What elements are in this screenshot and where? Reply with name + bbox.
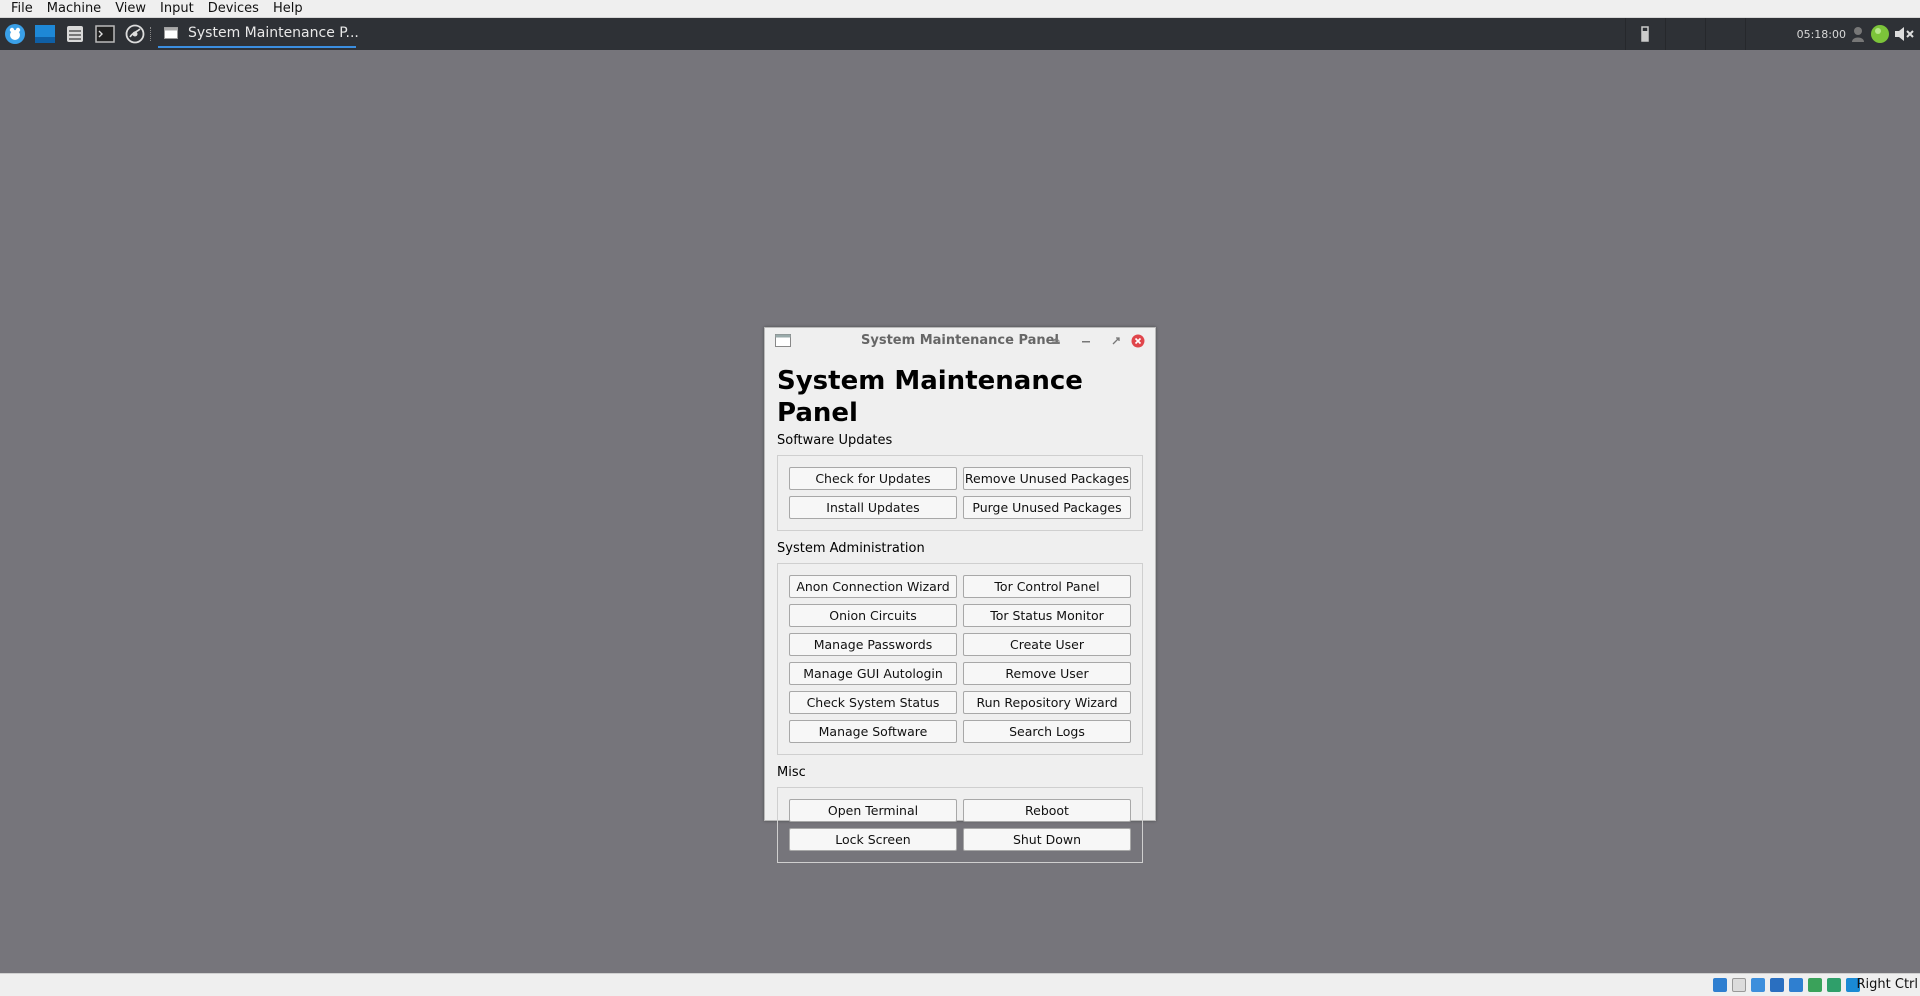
audio-icon[interactable] <box>1751 978 1765 992</box>
host-status-icons <box>1708 978 1860 992</box>
system-tray: 05:18:00 <box>1624 18 1920 50</box>
window-titlebar[interactable]: System Maintenance Panel ⏏ <box>765 328 1155 354</box>
purge-unused-packages-button[interactable]: Purge Unused Packages <box>963 496 1131 519</box>
maximize-icon[interactable] <box>1109 334 1123 348</box>
menu-view[interactable]: View <box>108 0 153 18</box>
host-menubar: File Machine View Input Devices Help <box>0 0 1920 18</box>
search-logs-button[interactable]: Search Logs <box>963 720 1131 743</box>
manage-passwords-button[interactable]: Manage Passwords <box>789 633 957 656</box>
menu-help[interactable]: Help <box>266 0 310 18</box>
remove-user-button[interactable]: Remove User <box>963 662 1131 685</box>
close-icon[interactable] <box>1131 334 1145 348</box>
check-system-status-button[interactable]: Check System Status <box>789 691 957 714</box>
network-icon[interactable] <box>1770 978 1784 992</box>
browser-icon[interactable] <box>124 23 146 45</box>
window-icon <box>164 27 178 39</box>
tor-status-monitor-button[interactable]: Tor Status Monitor <box>963 604 1131 627</box>
shared-folders-icon[interactable] <box>1808 978 1822 992</box>
volume-muted-icon[interactable] <box>1894 25 1916 43</box>
app-menu-icon[interactable] <box>4 23 26 45</box>
window-title: System Maintenance Panel <box>861 333 1059 348</box>
reboot-button[interactable]: Reboot <box>963 799 1131 822</box>
tray-item-3[interactable] <box>1704 18 1745 50</box>
check-for-updates-button[interactable]: Check for Updates <box>789 467 957 490</box>
menu-file[interactable]: File <box>4 0 40 18</box>
lock-screen-button[interactable]: Lock Screen <box>789 828 957 851</box>
tray-item-4[interactable] <box>1744 18 1785 50</box>
misc-group: Open Terminal Reboot Lock Screen Shut Do… <box>777 787 1143 863</box>
show-desktop-icon[interactable] <box>34 23 56 45</box>
menu-machine[interactable]: Machine <box>40 0 108 18</box>
remove-unused-packages-button[interactable]: Remove Unused Packages <box>963 467 1131 490</box>
system-administration-group: Anon Connection Wizard Tor Control Panel… <box>777 563 1143 755</box>
clock[interactable]: 05:18:00 <box>1797 28 1846 41</box>
section-label-software-updates: Software Updates <box>777 433 893 448</box>
minimize-icon[interactable] <box>1079 334 1093 348</box>
page-title: System Maintenance Panel <box>777 366 1083 428</box>
open-terminal-button[interactable]: Open Terminal <box>789 799 957 822</box>
window-content: System Maintenance Panel Software Update… <box>765 354 1155 863</box>
shut-down-button[interactable]: Shut Down <box>963 828 1131 851</box>
taskbar-task-system-maintenance[interactable]: System Maintenance P... <box>158 20 359 48</box>
menu-devices[interactable]: Devices <box>201 0 266 18</box>
taskbar: System Maintenance P... 05:18:00 <box>0 18 1920 50</box>
onion-circuits-button[interactable]: Onion Circuits <box>789 604 957 627</box>
manage-software-button[interactable]: Manage Software <box>789 720 957 743</box>
install-updates-button[interactable]: Install Updates <box>789 496 957 519</box>
terminal-icon[interactable] <box>94 23 116 45</box>
display-icon[interactable] <box>1827 978 1841 992</box>
run-repository-wizard-button[interactable]: Run Repository Wizard <box>963 691 1131 714</box>
usb-icon[interactable] <box>1789 978 1803 992</box>
user-icon[interactable] <box>1852 26 1864 42</box>
host-key-label: Right Ctrl <box>1856 977 1919 992</box>
section-label-misc: Misc <box>777 765 806 780</box>
anon-connection-wizard-button[interactable]: Anon Connection Wizard <box>789 575 957 598</box>
file-manager-icon[interactable] <box>64 23 86 45</box>
host-statusbar: Right Ctrl <box>0 973 1920 996</box>
tray-item-1[interactable] <box>1624 18 1665 50</box>
manage-gui-autologin-button[interactable]: Manage GUI Autologin <box>789 662 957 685</box>
tray-item-2[interactable] <box>1664 18 1705 50</box>
optical-drive-icon[interactable] <box>1732 978 1746 992</box>
network-status-icon[interactable] <box>1870 24 1890 44</box>
create-user-button[interactable]: Create User <box>963 633 1131 656</box>
system-maintenance-window: System Maintenance Panel ⏏ System Mainte… <box>764 327 1156 863</box>
task-label: System Maintenance P... <box>188 25 359 41</box>
shade-icon[interactable]: ⏏ <box>1049 334 1063 348</box>
tor-control-panel-button[interactable]: Tor Control Panel <box>963 575 1131 598</box>
storage-icon[interactable] <box>1713 978 1727 992</box>
launcher-separator <box>150 27 154 41</box>
section-label-system-administration: System Administration <box>777 541 925 556</box>
software-updates-group: Check for Updates Remove Unused Packages… <box>777 455 1143 531</box>
menu-input[interactable]: Input <box>153 0 201 18</box>
